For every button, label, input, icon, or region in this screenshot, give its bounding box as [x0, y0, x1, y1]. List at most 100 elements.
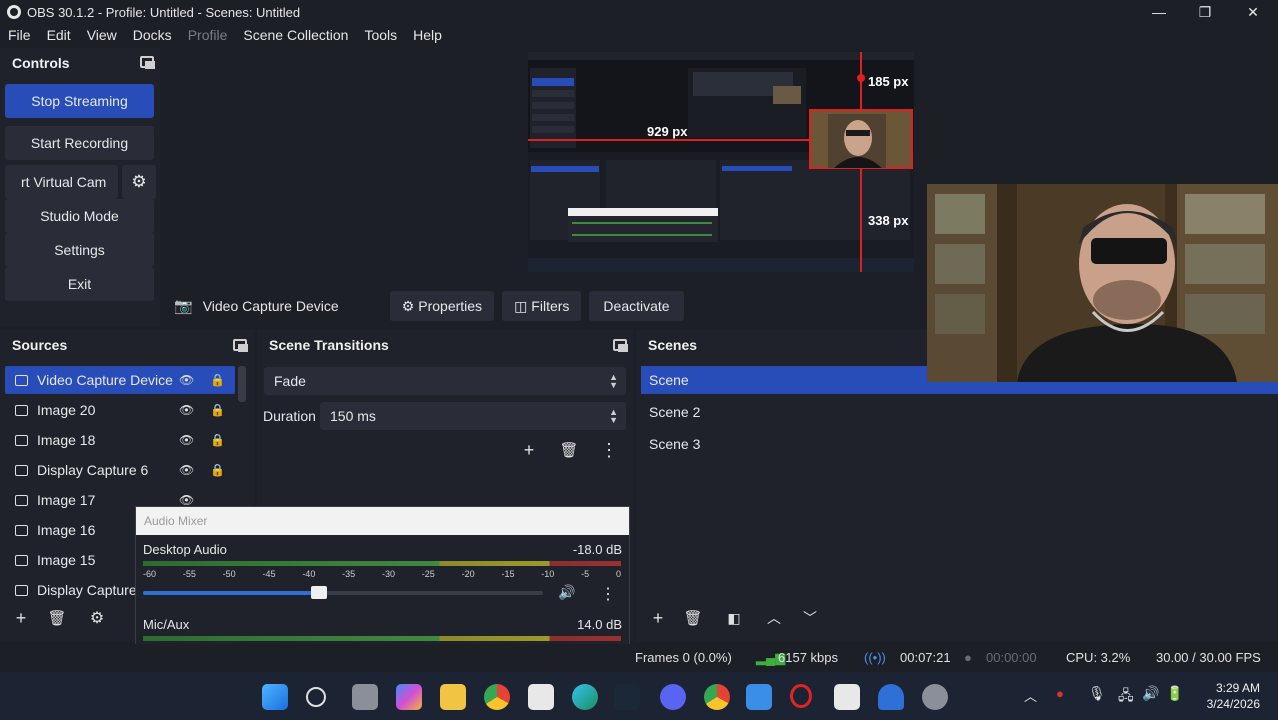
menu-profile[interactable]: Profile: [180, 27, 236, 43]
chevron-up-icon[interactable]: ︿: [1024, 686, 1037, 705]
source-label: Video Capture Device: [37, 372, 173, 388]
steam-icon[interactable]: [614, 684, 640, 710]
tray-app-icon[interactable]: ●: [1056, 686, 1064, 701]
lock-icon[interactable]: 🔒: [210, 403, 225, 417]
app-icon[interactable]: [878, 684, 904, 710]
remove-transition-button[interactable]: 🗑: [557, 438, 581, 462]
close-button[interactable]: ✕: [1230, 0, 1276, 24]
volume-icon[interactable]: 🔊: [1142, 685, 1159, 702]
windows-taskbar: ︿ ● 🎙 🖧 🔊 🔋 3:29 AM 3/24/2026: [0, 672, 1278, 720]
transition-select[interactable]: Fade ▲ ▼: [264, 367, 626, 395]
menu-help[interactable]: Help: [405, 27, 450, 43]
properties-button[interactable]: ⚙ Properties: [389, 291, 495, 321]
more-options-icon[interactable]: ⋮: [600, 584, 616, 604]
menu-tools[interactable]: Tools: [356, 27, 405, 43]
battery-icon[interactable]: 🔋: [1166, 685, 1183, 702]
preview-canvas[interactable]: [528, 52, 914, 272]
virtual-cam-settings-button[interactable]: ⚙: [122, 165, 156, 199]
scene-filters-button[interactable]: ◧: [722, 606, 746, 630]
virtual-cam-button[interactable]: rt Virtual Cam: [5, 165, 118, 199]
tick-label: -25: [421, 569, 435, 579]
audio-mixer-titlebar[interactable]: Audio Mixer: [136, 507, 629, 535]
settings-button[interactable]: Settings: [5, 233, 154, 267]
copilot-icon[interactable]: [396, 684, 422, 710]
controls-title: Controls: [12, 55, 70, 71]
channel-level: -18.0 dB: [572, 542, 622, 557]
menu-docks[interactable]: Docks: [125, 27, 180, 43]
add-scene-button[interactable]: +: [646, 606, 670, 630]
channel-name: Mic/Aux: [143, 617, 190, 632]
undock-icon[interactable]: [140, 56, 155, 69]
lock-icon[interactable]: 🔒: [210, 433, 225, 447]
chrome-profile-icon[interactable]: [704, 684, 730, 710]
duration-spinbox[interactable]: 150 ms ▲ ▼: [320, 402, 626, 430]
photos-icon[interactable]: [746, 684, 772, 710]
source-properties-button[interactable]: ⚙: [85, 606, 109, 630]
status-bar: Frames 0 (0.0%) ▂▄▆ 6157 kbps ((•)) 00:0…: [0, 644, 1278, 672]
visibility-eye-icon[interactable]: 👁: [179, 493, 194, 507]
fps: 30.00 / 30.00 FPS: [1156, 650, 1261, 665]
tick-label: -50: [222, 569, 236, 579]
obs-taskbar-icon[interactable]: [834, 684, 860, 710]
chrome-icon[interactable]: [484, 684, 510, 710]
windows-start-icon[interactable]: [262, 684, 288, 710]
menu-view[interactable]: View: [79, 27, 125, 43]
add-source-button[interactable]: +: [9, 606, 33, 630]
source-item[interactable]: Video Capture Device 👁 🔒: [5, 366, 235, 394]
lock-icon[interactable]: 🔒: [210, 463, 225, 477]
obs-logo-icon: [7, 5, 21, 19]
source-item[interactable]: Display Capture 6 👁 🔒: [5, 456, 235, 484]
visibility-eye-icon[interactable]: 👁: [179, 433, 194, 447]
visibility-eye-icon[interactable]: 👁: [179, 403, 194, 417]
task-view-icon[interactable]: [352, 684, 378, 710]
edge-icon[interactable]: [572, 684, 598, 710]
minimize-button[interactable]: —: [1136, 0, 1182, 24]
volume-knob[interactable]: [311, 586, 327, 599]
more-options-icon[interactable]: ⋮: [597, 438, 621, 462]
image-icon: [15, 524, 28, 536]
scenes-title: Scenes: [648, 337, 698, 353]
sources-scrollbar[interactable]: [238, 366, 246, 402]
microphone-icon[interactable]: 🎙: [1088, 685, 1106, 702]
image-icon: [15, 494, 28, 506]
microsoft-store-icon[interactable]: [528, 684, 554, 710]
opera-icon[interactable]: [790, 684, 812, 708]
tick-label: -60: [143, 569, 157, 579]
exit-button[interactable]: Exit: [5, 267, 154, 301]
studio-mode-button[interactable]: Studio Mode: [5, 199, 154, 233]
stop-streaming-button[interactable]: Stop Streaming: [5, 84, 154, 118]
gear-icon: ⚙: [131, 172, 147, 191]
speaker-icon[interactable]: 🔊: [558, 584, 575, 601]
scene-item[interactable]: Scene 3: [641, 430, 1278, 458]
lock-icon[interactable]: 🔒: [210, 373, 225, 387]
file-explorer-icon[interactable]: [440, 684, 466, 710]
menu-file[interactable]: File: [0, 27, 39, 43]
network-icon[interactable]: 🖧: [1118, 685, 1134, 709]
start-recording-button[interactable]: Start Recording: [5, 126, 154, 160]
menu-edit[interactable]: Edit: [39, 27, 79, 43]
remove-scene-button[interactable]: 🗑: [681, 606, 705, 630]
filters-button[interactable]: ◫ Filters: [502, 291, 582, 321]
search-icon[interactable]: [306, 687, 326, 707]
visibility-eye-icon[interactable]: 👁: [179, 463, 194, 477]
discord-icon[interactable]: [660, 684, 686, 710]
system-clock[interactable]: 3:29 AM 3/24/2026: [1207, 680, 1260, 712]
visibility-eye-icon[interactable]: 👁: [179, 373, 194, 387]
desktop-audio-volume-slider[interactable]: [143, 586, 543, 599]
menu-scene-collection[interactable]: Scene Collection: [235, 27, 356, 43]
remove-source-button[interactable]: 🗑: [45, 606, 69, 630]
undock-icon[interactable]: [233, 339, 248, 352]
source-item[interactable]: Image 18 👁 🔒: [5, 426, 235, 454]
source-item[interactable]: Image 20 👁 🔒: [5, 396, 235, 424]
tick-label: -35: [342, 569, 356, 579]
maximize-button[interactable]: ❐: [1182, 0, 1228, 24]
deactivate-button[interactable]: Deactivate: [589, 291, 684, 321]
move-scene-down-button[interactable]: ﹀: [798, 606, 822, 630]
add-transition-button[interactable]: +: [517, 438, 541, 462]
settings-gear-icon[interactable]: [922, 684, 948, 710]
undock-icon[interactable]: [613, 339, 628, 352]
stream-time: 00:07:21: [900, 650, 951, 665]
scene-item[interactable]: Scene 2: [641, 398, 1278, 426]
move-scene-up-button[interactable]: ︿: [762, 606, 786, 630]
streaming-indicator-icon: ((•)): [864, 650, 886, 665]
